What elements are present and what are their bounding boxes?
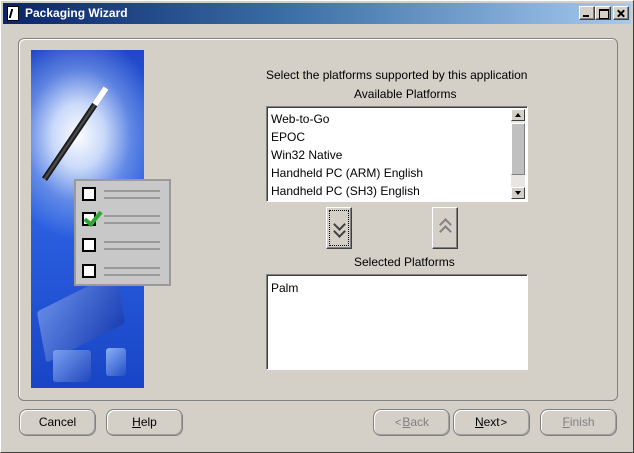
instruction-text: Select the platforms supported by this a… (266, 68, 528, 82)
list-item[interactable]: EPOC (270, 128, 423, 146)
available-platforms-items: Web-to-Go EPOC Win32 Native Handheld PC (AR… (270, 110, 423, 200)
checklist-icon (74, 179, 171, 286)
list-item[interactable]: Win32 Native (270, 146, 423, 164)
handheld-icon (106, 348, 126, 376)
selected-platforms-list[interactable]: Palm (266, 274, 528, 370)
help-mnemonic: H (132, 415, 141, 429)
scroll-thumb[interactable] (511, 123, 525, 175)
window-title: Packaging Wizard (25, 6, 128, 20)
available-platforms-list[interactable]: Web-to-Go EPOC Win32 Native Handheld PC (AR… (266, 106, 528, 202)
list-item[interactable]: Handheld PC (ARM) English (270, 164, 423, 182)
back-button[interactable]: <Back (373, 409, 450, 436)
next-chevron-icon: > (500, 417, 508, 429)
chevron-down-icon (332, 225, 346, 238)
title-bar[interactable]: Packaging Wizard (3, 3, 631, 24)
scroll-down-button[interactable] (511, 187, 525, 199)
selected-platforms-items: Palm (270, 279, 298, 297)
checkmark-icon (83, 206, 103, 228)
help-button-label: elp (140, 415, 157, 429)
selected-platforms-label: Selected Platforms (354, 255, 455, 269)
finish-button-label: inish (569, 415, 595, 429)
cancel-button-label: Cancel (38, 415, 77, 429)
maximize-button[interactable] (595, 6, 611, 20)
help-button[interactable]: Help (106, 409, 183, 436)
available-list-scrollbar[interactable] (511, 109, 525, 199)
remove-platform-button[interactable] (432, 207, 458, 249)
list-item[interactable]: Palm (270, 279, 298, 297)
finish-mnemonic: F (562, 415, 570, 429)
chevron-up-icon (438, 225, 452, 238)
list-item[interactable]: Web-to-Go (270, 110, 423, 128)
packaging-wizard-icon (7, 6, 19, 21)
back-button-label: ack (410, 415, 430, 429)
back-chevron-icon: < (394, 417, 402, 429)
next-mnemonic: N (474, 415, 484, 429)
next-button[interactable]: Next> (453, 409, 530, 436)
scroll-up-button[interactable] (511, 109, 525, 121)
add-platform-button[interactable] (326, 207, 352, 249)
minimize-button[interactable] (579, 6, 595, 20)
cancel-button[interactable]: Cancel (19, 409, 96, 436)
finish-button[interactable]: Finish (540, 409, 617, 436)
close-button[interactable] (613, 6, 629, 20)
packaging-wizard-window: Packaging Wizard Select the platforms su… (0, 0, 634, 453)
pda-icon (53, 350, 91, 382)
next-button-label: ext (483, 415, 500, 429)
list-item[interactable]: Handheld PC (SH3) English (270, 182, 423, 200)
available-platforms-label: Available Platforms (354, 87, 457, 101)
